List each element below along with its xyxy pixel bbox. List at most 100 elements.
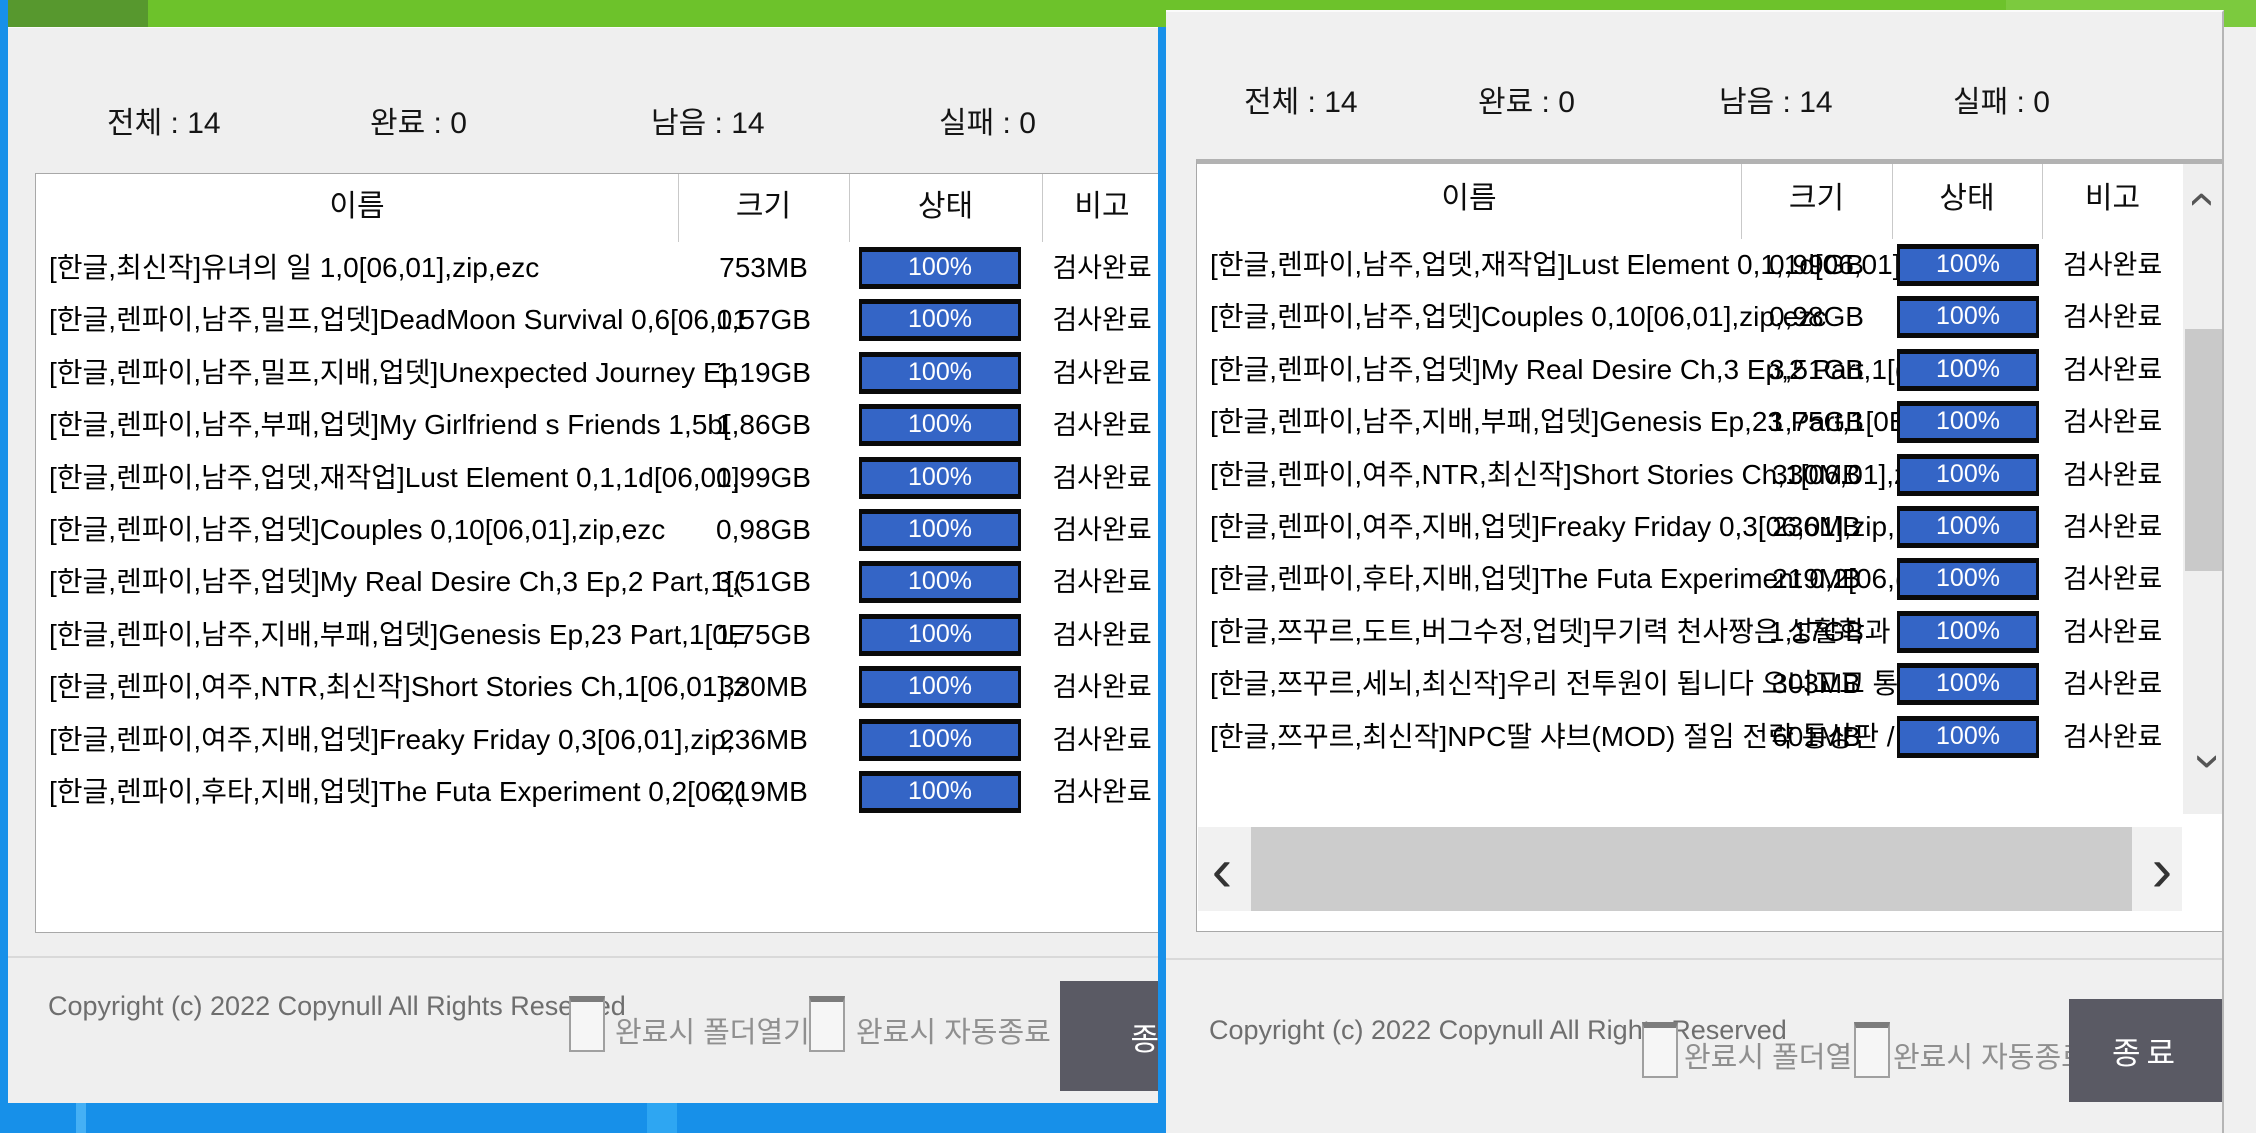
progress-bar: 100% bbox=[1897, 610, 2039, 653]
stat-total: 전체 : 14 bbox=[1244, 86, 1358, 119]
table-row[interactable]: [한글,렌파이,여주,NTR,최신작]Short Stories Ch,1[06… bbox=[1197, 449, 2222, 501]
progress-bar: 100% bbox=[859, 666, 1021, 709]
progress-bar: 100% bbox=[1897, 505, 2039, 548]
status-note: 검사완료 bbox=[1052, 357, 1152, 388]
progress-label: 100% bbox=[1936, 669, 2000, 698]
taskbar-active-app-highlight[interactable] bbox=[647, 1103, 677, 1133]
file-name: [한글,렌파이,남주,업뎃]Couples 0,10[06,01],zip,ez… bbox=[1210, 301, 1827, 333]
column-separator bbox=[1741, 164, 1742, 239]
table-row[interactable]: [한글,렌파이,남주,지배,부패,업뎃]Genesis Ep,23 Part,1… bbox=[1197, 396, 2222, 448]
rows-container: [한글,렌파이,남주,업뎃,재작업]Lust Element 0,1,1d[06… bbox=[1197, 239, 2222, 763]
progress-label: 100% bbox=[1936, 511, 2000, 540]
footer-divider bbox=[1166, 958, 2222, 960]
progress-bar: 100% bbox=[1897, 558, 2039, 601]
progress-bar: 100% bbox=[859, 508, 1021, 551]
header-status[interactable]: 상태 bbox=[849, 174, 1042, 240]
table-row[interactable]: [한글,렌파이,여주,NTR,최신작]Short Stories Ch,1[06… bbox=[36, 661, 1160, 713]
file-name: [한글,렌파이,남주,업뎃]My Real Desire Ch,3 Ep,2 P… bbox=[49, 566, 744, 598]
file-name: [한글,렌파이,후타,지배,업뎃]The Futa Experiment 0,2… bbox=[49, 775, 744, 807]
stat-total: 전체 : 14 bbox=[107, 107, 221, 140]
vertical-scrollbar[interactable]: ‹ ‹ bbox=[2177, 164, 2222, 814]
progress-bar: 100% bbox=[859, 770, 1021, 813]
table-row[interactable]: [한글,쯔꾸르,세뇌,최신작]우리 전투원이 됩니다 오니고교 통 303MB 10… bbox=[1197, 658, 2222, 710]
exit-button[interactable]: 종료 bbox=[1060, 981, 1160, 1091]
status-note: 검사완료 bbox=[2062, 459, 2163, 490]
file-size: 236MB bbox=[719, 723, 808, 755]
status-note: 검사완료 bbox=[1052, 567, 1152, 598]
table-row[interactable]: [한글,렌파이,남주,업뎃]My Real Desire Ch,3 Ep,2 P… bbox=[36, 556, 1160, 608]
status-note: 검사완료 bbox=[1052, 619, 1152, 650]
table-row[interactable]: [한글,쯔꾸르,도트,버그수정,업뎃]무기력 천사짱은 성활학과 1,17GB 10… bbox=[1197, 606, 2222, 658]
table-row[interactable]: [한글,렌파이,남주,부패,업뎃]My Girlfriend s Friends… bbox=[36, 399, 1160, 451]
open-folder-label[interactable]: 완료시 폴더열기 bbox=[1684, 1034, 1879, 1076]
status-note: 검사완료 bbox=[2062, 511, 2163, 542]
progress-bar: 100% bbox=[1897, 244, 2039, 286]
taskbar-icon-highlight[interactable] bbox=[76, 1103, 86, 1133]
scrollbar-thumb[interactable] bbox=[2185, 329, 2222, 571]
chevron-glyph: ‹ bbox=[2176, 192, 2222, 208]
taskbar[interactable] bbox=[8, 1103, 1160, 1133]
auto-exit-checkbox[interactable] bbox=[809, 996, 845, 1052]
status-note: 검사완료 bbox=[2062, 250, 2163, 280]
list-header: 이름 크기 상태 비고 bbox=[1197, 164, 2222, 239]
table-row[interactable]: [한글,렌파이,남주,밀프,지배,업뎃]Unexpected Journey E… bbox=[36, 347, 1160, 399]
file-size: 0,99GB bbox=[1769, 249, 1864, 280]
table-row[interactable]: [한글,렌파이,남주,업뎃]My Real Desire Ch,3 Ep,2 P… bbox=[1197, 344, 2222, 396]
header-name[interactable]: 이름 bbox=[36, 174, 678, 240]
progress-label: 100% bbox=[908, 619, 972, 648]
auto-exit-label[interactable]: 완료시 자동종료 bbox=[856, 1009, 1051, 1051]
table-row[interactable]: [한글,렌파이,남주,업뎃,재작업]Lust Element 0,1,1d[06… bbox=[36, 452, 1160, 504]
stat-remaining: 남음 : 14 bbox=[1719, 86, 1833, 119]
header-note[interactable]: 비고 bbox=[2042, 164, 2183, 234]
exit-button[interactable]: 종료 bbox=[2069, 999, 2222, 1102]
file-name: [한글,렌파이,여주,지배,업뎃]Freaky Friday 0,3[06,01… bbox=[49, 723, 734, 755]
table-row[interactable]: [한글,렌파이,후타,지배,업뎃]The Futa Experiment 0,2… bbox=[36, 766, 1160, 818]
table-row[interactable]: [한글,렌파이,남주,업뎃,재작업]Lust Element 0,1,1d[06… bbox=[1197, 239, 2222, 291]
progress-bar: 100% bbox=[859, 247, 1021, 289]
status-note: 검사완료 bbox=[2062, 407, 2163, 438]
header-size[interactable]: 크기 bbox=[1741, 164, 1892, 234]
progress-bar: 100% bbox=[859, 613, 1021, 656]
auto-exit-checkbox[interactable] bbox=[1854, 1022, 1890, 1078]
progress-bar: 100% bbox=[1897, 401, 2039, 444]
table-row[interactable]: [한글,최신작]유녀의 일 1,0[06,01],zip,ezc 753MB 100… bbox=[36, 242, 1160, 294]
column-separator bbox=[1042, 174, 1043, 242]
status-note: 검사완료 bbox=[1052, 724, 1152, 755]
progress-label: 100% bbox=[1936, 250, 2000, 278]
scroll-down-arrow-icon[interactable]: ‹ bbox=[2177, 734, 2222, 789]
open-folder-label[interactable]: 완료시 폴더열기 bbox=[615, 1009, 810, 1051]
table-row[interactable]: [한글,렌파이,후타,지배,업뎃]The Futa Experiment 0,2… bbox=[1197, 553, 2222, 605]
progress-bar: 100% bbox=[1897, 348, 2039, 391]
status-note: 검사완료 bbox=[2062, 302, 2163, 333]
file-name: [한글,렌파이,남주,지배,부패,업뎃]Genesis Ep,23 Part,1… bbox=[49, 618, 747, 650]
open-folder-checkbox[interactable] bbox=[1642, 1022, 1678, 1078]
file-name: [한글,렌파이,남주,업뎃]Couples 0,10[06,01],zip,ez… bbox=[49, 513, 666, 545]
progress-label: 100% bbox=[908, 357, 972, 386]
open-folder-checkbox[interactable] bbox=[569, 996, 605, 1052]
header-status[interactable]: 상태 bbox=[1892, 164, 2042, 234]
table-row[interactable]: [한글,렌파이,남주,업뎃]Couples 0,10[06,01],zip,ez… bbox=[1197, 291, 2222, 343]
table-row[interactable]: [한글,렌파이,여주,지배,업뎃]Freaky Friday 0,3[06,01… bbox=[1197, 501, 2222, 553]
table-row[interactable]: [한글,렌파이,남주,업뎃]Couples 0,10[06,01],zip,ez… bbox=[36, 504, 1160, 556]
header-note[interactable]: 비고 bbox=[1042, 174, 1160, 240]
header-size[interactable]: 크기 bbox=[678, 174, 849, 240]
file-size: 601MB bbox=[1772, 720, 1861, 752]
table-row[interactable]: [한글,쯔꾸르,최신작]NPC딸 샤브(MOD) 절임 전략 통상판 /601M… bbox=[1197, 711, 2222, 763]
file-size: 330MB bbox=[1772, 458, 1861, 490]
stat-completed: 완료 : 0 bbox=[370, 107, 467, 140]
file-size: 0,99GB bbox=[716, 461, 811, 493]
horizontal-scrollbar[interactable]: ‹ › bbox=[1198, 827, 2182, 911]
status-note: 검사완료 bbox=[1052, 253, 1152, 283]
table-row[interactable]: [한글,렌파이,남주,지배,부패,업뎃]Genesis Ep,23 Part,1… bbox=[36, 609, 1160, 661]
file-size: 3,51GB bbox=[1769, 353, 1864, 385]
table-row[interactable]: [한글,렌파이,여주,지배,업뎃]Freaky Friday 0,3[06,01… bbox=[36, 714, 1160, 766]
progress-bar: 100% bbox=[859, 456, 1021, 499]
table-row[interactable]: [한글,렌파이,남주,밀프,업뎃]DeadMoon Survival 0,6[0… bbox=[36, 294, 1160, 346]
progress-label: 100% bbox=[908, 410, 972, 439]
scrollbar-thumb[interactable] bbox=[1251, 827, 2132, 911]
header-name[interactable]: 이름 bbox=[1197, 164, 1741, 234]
download-list: 이름 크기 상태 비고 [한글,렌파이,남주,업뎃,재작업]Lust Eleme… bbox=[1196, 159, 2222, 932]
auto-exit-label[interactable]: 완료시 자동종료 bbox=[1893, 1034, 2088, 1076]
scroll-up-arrow-icon[interactable]: ‹ bbox=[2177, 172, 2222, 227]
progress-label: 100% bbox=[908, 462, 972, 491]
